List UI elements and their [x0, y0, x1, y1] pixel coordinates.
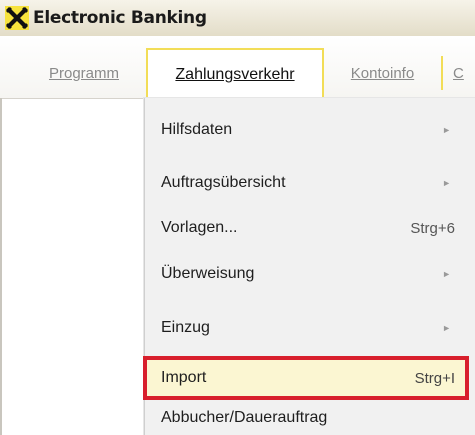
- menu-item-shortcut: Strg+6: [410, 219, 455, 237]
- menu-item-import[interactable]: Import Strg+I: [143, 356, 469, 400]
- menu-clipped-item[interactable]: C: [443, 48, 475, 98]
- menu-item-hilfsdaten[interactable]: Hilfsdaten ►: [145, 112, 467, 148]
- menu-kontoinfo-label: Kontoinfo: [350, 64, 415, 82]
- menu-item-ueberweisung[interactable]: Überweisung ►: [145, 256, 467, 292]
- menu-item-abbucher-dauerauftrag[interactable]: Abbucher/Dauerauftrag: [145, 400, 467, 435]
- menu-item-label: Überweisung: [161, 265, 255, 282]
- submenu-arrow-icon: ►: [442, 125, 451, 135]
- menu-item-auftragsuebersicht[interactable]: Auftragsübersicht ►: [145, 165, 467, 201]
- menu-item-label: Einzug: [161, 319, 210, 336]
- title-bar: Electronic Banking: [0, 0, 475, 36]
- menu-item-label: Vorlagen...: [161, 219, 238, 236]
- window-title: Electronic Banking: [33, 8, 207, 28]
- submenu-arrow-icon: ►: [442, 323, 451, 333]
- submenu-arrow-icon: ►: [442, 269, 451, 279]
- menu-item-vorlagen[interactable]: Vorlagen... Strg+6: [145, 210, 467, 246]
- submenu-arrow-icon: ►: [442, 178, 451, 188]
- menu-clipped-label: C: [453, 64, 464, 82]
- raiffeisen-cross-icon: [4, 5, 30, 31]
- menu-bar: Programm Zahlungsverkehr Kontoinfo C: [0, 36, 475, 99]
- left-panel-border: [0, 98, 2, 435]
- menu-programm-label: Programm: [48, 64, 119, 82]
- menu-kontoinfo[interactable]: Kontoinfo: [324, 48, 441, 98]
- app-window: Electronic Banking Programm Zahlungsverk…: [0, 0, 475, 435]
- menu-zahlungsverkehr-label: Zahlungsverkehr: [175, 65, 295, 83]
- menu-item-einzug[interactable]: Einzug ►: [145, 310, 467, 346]
- zahlungsverkehr-dropdown: Hilfsdaten ► Auftragsübersicht ► Vorlage…: [143, 98, 475, 435]
- menu-item-label: Abbucher/Dauerauftrag: [161, 409, 328, 426]
- menu-programm[interactable]: Programm: [22, 48, 146, 98]
- menu-item-label: Import: [161, 369, 207, 386]
- menu-item-shortcut: Strg+I: [414, 369, 455, 387]
- menu-zahlungsverkehr[interactable]: Zahlungsverkehr: [146, 48, 324, 99]
- menu-item-label: Hilfsdaten: [161, 121, 233, 138]
- menu-item-label: Auftragsübersicht: [161, 174, 286, 191]
